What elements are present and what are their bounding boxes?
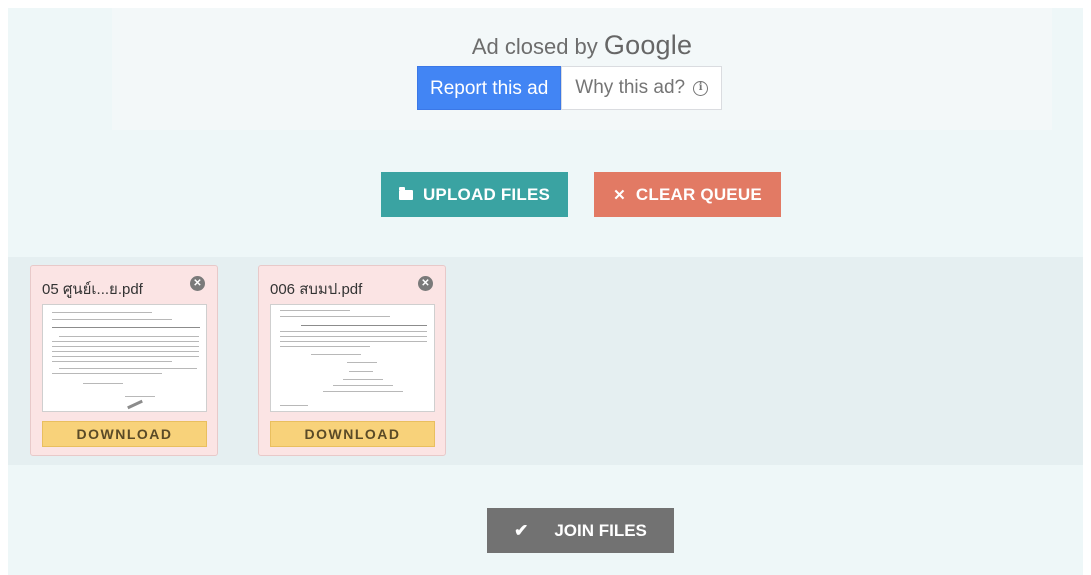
file-name: 006 สบมป.pdf — [270, 281, 363, 298]
google-brand: Google — [603, 30, 693, 60]
file-name: 05 ศูนย์เ...ย.pdf — [42, 281, 143, 298]
close-circle-icon[interactable]: ✕ — [190, 276, 205, 291]
download-button[interactable]: DOWNLOAD — [270, 421, 435, 447]
ad-closed-text: Ad closed by Google — [112, 30, 1052, 61]
download-button[interactable]: DOWNLOAD — [42, 421, 207, 447]
upload-files-label: UPLOAD FILES — [422, 184, 551, 204]
clear-queue-label: CLEAR QUEUE — [635, 184, 762, 204]
ad-feedback-buttons: Report this ad Why this ad? i — [417, 66, 723, 110]
close-circle-icon[interactable]: ✕ — [418, 276, 433, 291]
check-icon: ✔ — [514, 520, 529, 540]
why-this-ad-label: Why this ad? — [575, 77, 686, 98]
ad-closed-prefix: Ad closed by — [471, 34, 598, 59]
report-ad-button[interactable]: Report this ad — [417, 66, 562, 110]
join-files-button[interactable]: ✔ JOIN FILES — [487, 508, 674, 553]
file-queue: 05 ศูนย์เ...ย.pdf ✕ DOWNLOAD 006 สบมป.pd… — [8, 257, 1083, 465]
upload-files-button[interactable]: UPLOAD FILES — [381, 172, 568, 217]
page: Ad closed by Google Report this ad Why t… — [8, 8, 1083, 575]
file-card: 006 สบมป.pdf ✕ DOWNLOAD — [258, 265, 446, 456]
file-card: 05 ศูนย์เ...ย.pdf ✕ DOWNLOAD — [30, 265, 218, 456]
closed-ad-panel: Ad closed by Google Report this ad Why t… — [112, 8, 1052, 130]
times-icon: ✕ — [613, 186, 626, 204]
join-files-label: JOIN FILES — [554, 520, 647, 540]
file-thumbnail — [270, 304, 435, 412]
why-this-ad-button[interactable]: Why this ad? i — [561, 66, 723, 110]
clear-queue-button[interactable]: ✕ CLEAR QUEUE — [594, 172, 781, 217]
info-icon: i — [693, 80, 709, 96]
file-thumbnail — [42, 304, 207, 412]
folder-open-icon — [398, 186, 413, 200]
